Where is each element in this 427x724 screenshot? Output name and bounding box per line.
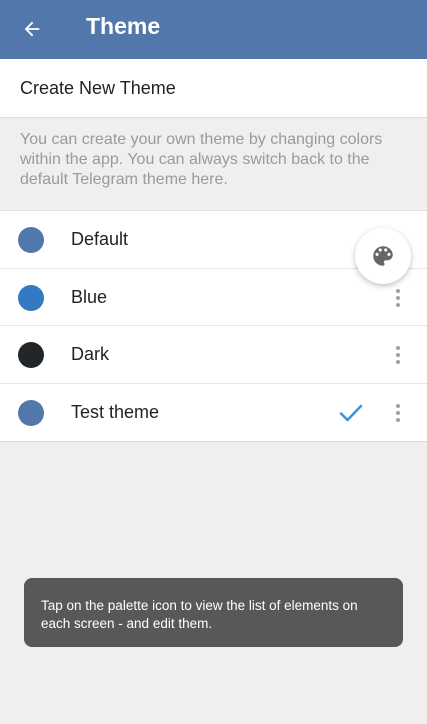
- more-vert-icon: [396, 346, 400, 350]
- theme-row-dark[interactable]: Dark: [0, 326, 427, 384]
- create-new-theme-button[interactable]: Create New Theme: [0, 59, 427, 118]
- theme-name: Blue: [71, 286, 108, 307]
- theme-color-dot: [18, 284, 44, 311]
- back-button[interactable]: [14, 11, 50, 47]
- more-options-button[interactable]: [386, 286, 410, 310]
- more-options-button[interactable]: [386, 401, 410, 425]
- theme-color-dot: [18, 227, 44, 253]
- page-title: Theme: [86, 13, 161, 39]
- palette-button[interactable]: [355, 228, 411, 284]
- hint-toast-text: Tap on the palette icon to view the list…: [41, 598, 358, 631]
- arrow-left-icon: [24, 21, 40, 37]
- theme-info-text: You can create your own theme by changin…: [20, 131, 383, 188]
- palette-icon: [373, 246, 393, 266]
- more-options-button[interactable]: [386, 343, 410, 367]
- theme-row-blue[interactable]: Blue: [0, 269, 427, 326]
- more-vert-icon: [396, 403, 400, 408]
- theme-name: Test theme: [71, 401, 160, 422]
- hint-toast: Tap on the palette icon to view the list…: [24, 578, 403, 647]
- theme-name: Dark: [71, 344, 110, 364]
- create-new-theme-label: Create New Theme: [20, 78, 176, 98]
- checkmark-icon: [339, 404, 363, 421]
- app-toolbar: Theme: [0, 0, 427, 59]
- theme-color-dot: [18, 399, 44, 426]
- theme-name: Default: [71, 229, 129, 249]
- theme-row-test-theme[interactable]: Test theme: [0, 384, 427, 442]
- more-vert-icon: [396, 288, 400, 293]
- theme-color-dot: [18, 342, 44, 368]
